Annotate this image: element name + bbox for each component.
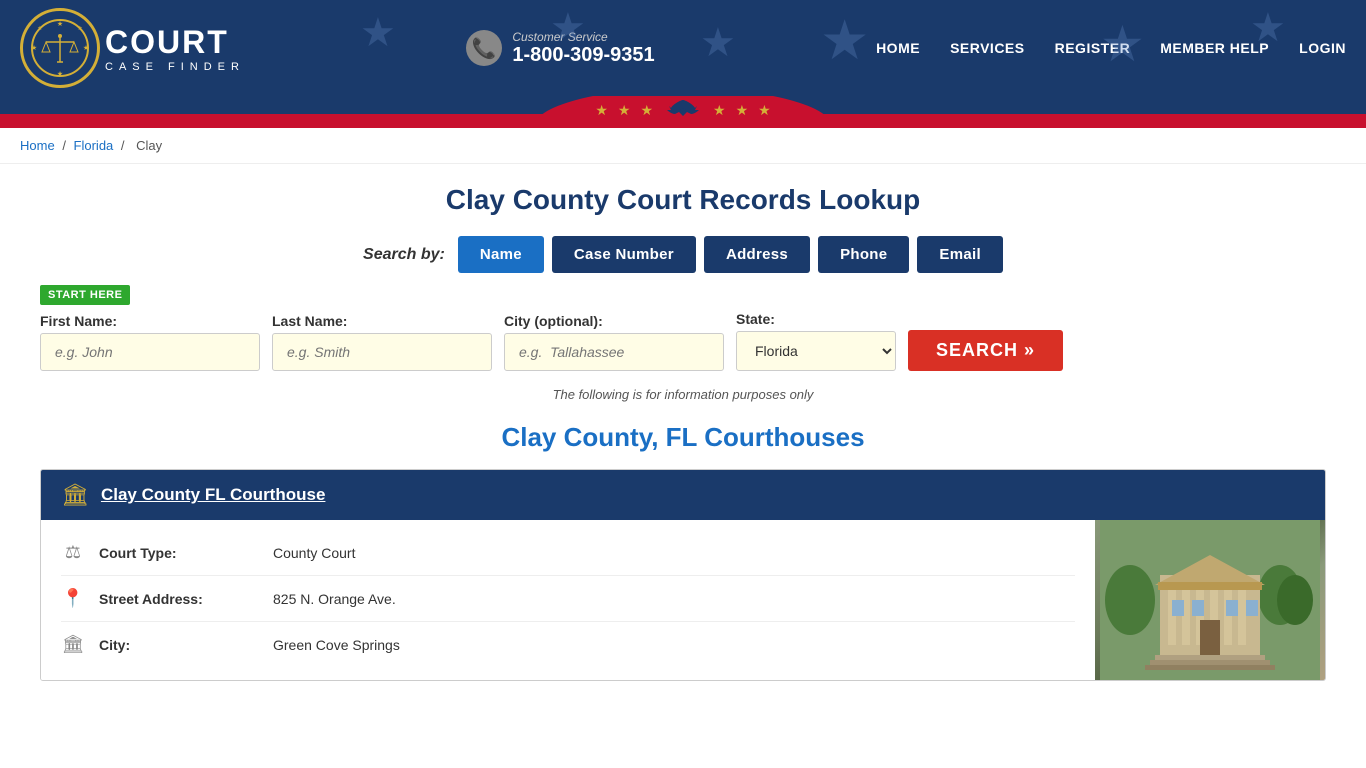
courthouse-icon: 🏛 bbox=[61, 482, 89, 508]
svg-text:★: ★ bbox=[57, 20, 63, 28]
header-ribbon: ★ ★ ★ ★ ★ ★ bbox=[0, 96, 1366, 128]
tab-case-number[interactable]: Case Number bbox=[552, 236, 696, 273]
city-group: City (optional): bbox=[504, 313, 724, 371]
nav-login[interactable]: LOGIN bbox=[1299, 40, 1346, 56]
star-left-1: ★ bbox=[595, 102, 608, 119]
city-icon: 🏛 bbox=[61, 634, 85, 655]
svg-text:★: ★ bbox=[77, 25, 82, 32]
phone-icon: 📞 bbox=[466, 30, 502, 66]
address-label: Street Address: bbox=[99, 591, 259, 607]
svg-text:★: ★ bbox=[31, 44, 37, 52]
logo-badge: ★ ★ ★ ★ ★ ★ bbox=[20, 8, 100, 88]
last-name-group: Last Name: bbox=[272, 313, 492, 371]
star-right-3: ★ bbox=[758, 102, 771, 119]
search-button[interactable]: SEARCH » bbox=[908, 330, 1063, 371]
eagle-container: ★ ★ ★ ★ ★ ★ bbox=[595, 96, 770, 128]
courthouse-header: 🏛 Clay County FL Courthouse bbox=[41, 470, 1325, 520]
address-value: 825 N. Orange Ave. bbox=[273, 591, 396, 607]
breadcrumb-sep-1: / bbox=[62, 138, 69, 153]
search-by-label: Search by: bbox=[363, 246, 445, 264]
state-select[interactable]: Florida Alabama Georgia South Carolina N… bbox=[736, 331, 896, 371]
courthouse-details: ⚖ Court Type: County Court 📍 Street Addr… bbox=[41, 520, 1095, 680]
search-form: First Name: Last Name: City (optional): … bbox=[40, 311, 1326, 371]
tab-email[interactable]: Email bbox=[917, 236, 1003, 273]
nav-home[interactable]: HOME bbox=[876, 40, 920, 56]
main-nav: HOME SERVICES REGISTER MEMBER HELP LOGIN bbox=[876, 40, 1346, 56]
info-note: The following is for information purpose… bbox=[40, 387, 1326, 402]
city-label: City (optional): bbox=[504, 313, 724, 329]
eagle-icon bbox=[663, 96, 703, 124]
nav-member-help[interactable]: MEMBER HELP bbox=[1160, 40, 1269, 56]
start-here-badge: START HERE bbox=[40, 285, 130, 305]
tab-phone[interactable]: Phone bbox=[818, 236, 909, 273]
city-detail-value: Green Cove Springs bbox=[273, 637, 400, 653]
first-name-label: First Name: bbox=[40, 313, 260, 329]
courthouse-card: 🏛 Clay County FL Courthouse ⚖ Court Type… bbox=[40, 469, 1326, 681]
star-left-3: ★ bbox=[640, 102, 653, 119]
courthouse-img-placeholder bbox=[1095, 520, 1325, 680]
breadcrumb-clay: Clay bbox=[136, 138, 162, 153]
state-group: State: Florida Alabama Georgia South Car… bbox=[736, 311, 896, 371]
star-left-2: ★ bbox=[618, 102, 631, 119]
search-by-row: Search by: Name Case Number Address Phon… bbox=[40, 236, 1326, 273]
logo[interactable]: ★ ★ ★ ★ ★ ★ COURT CASE FINDER bbox=[20, 8, 245, 88]
first-name-group: First Name: bbox=[40, 313, 260, 371]
breadcrumb-florida[interactable]: Florida bbox=[74, 138, 114, 153]
state-label: State: bbox=[736, 311, 896, 327]
detail-row-city: 🏛 City: Green Cove Springs bbox=[61, 622, 1075, 667]
tab-name[interactable]: Name bbox=[458, 236, 544, 273]
cs-phone: 1-800-309-9351 bbox=[512, 44, 654, 67]
logo-court-label: COURT bbox=[105, 24, 245, 61]
courthouse-body: ⚖ Court Type: County Court 📍 Street Addr… bbox=[41, 520, 1325, 680]
detail-row-court-type: ⚖ Court Type: County Court bbox=[61, 530, 1075, 576]
breadcrumb-home[interactable]: Home bbox=[20, 138, 55, 153]
star-right-2: ★ bbox=[736, 102, 749, 119]
site-header: ★ ★ ★ ★ ★ ★ ★ ★ ★ ★ ★ ★ bbox=[0, 0, 1366, 128]
page-title: Clay County Court Records Lookup bbox=[40, 184, 1326, 216]
city-detail-label: City: bbox=[99, 637, 259, 653]
svg-text:★: ★ bbox=[57, 70, 63, 78]
logo-text: COURT CASE FINDER bbox=[105, 24, 245, 73]
courthouse-link[interactable]: Clay County FL Courthouse bbox=[101, 485, 325, 505]
nav-register[interactable]: REGISTER bbox=[1055, 40, 1131, 56]
address-icon: 📍 bbox=[61, 588, 85, 609]
first-name-input[interactable] bbox=[40, 333, 260, 371]
cs-label: Customer Service bbox=[512, 30, 654, 44]
court-type-value: County Court bbox=[273, 545, 355, 561]
city-input[interactable] bbox=[504, 333, 724, 371]
court-type-icon: ⚖ bbox=[61, 542, 85, 563]
court-type-label: Court Type: bbox=[99, 545, 259, 561]
svg-text:★: ★ bbox=[83, 44, 89, 52]
breadcrumb-sep-2: / bbox=[121, 138, 128, 153]
courthouse-image bbox=[1095, 520, 1325, 680]
logo-sub-label: CASE FINDER bbox=[105, 61, 245, 73]
nav-services[interactable]: SERVICES bbox=[950, 40, 1025, 56]
detail-row-address: 📍 Street Address: 825 N. Orange Ave. bbox=[61, 576, 1075, 622]
last-name-input[interactable] bbox=[272, 333, 492, 371]
breadcrumb: Home / Florida / Clay bbox=[0, 128, 1366, 164]
customer-service: 📞 Customer Service 1-800-309-9351 bbox=[466, 30, 654, 67]
svg-text:★: ★ bbox=[37, 25, 42, 32]
cs-text: Customer Service 1-800-309-9351 bbox=[512, 30, 654, 67]
last-name-label: Last Name: bbox=[272, 313, 492, 329]
courthouses-title: Clay County, FL Courthouses bbox=[40, 422, 1326, 453]
star-right-1: ★ bbox=[713, 102, 726, 119]
tab-address[interactable]: Address bbox=[704, 236, 810, 273]
main-content: Clay County Court Records Lookup Search … bbox=[0, 164, 1366, 721]
